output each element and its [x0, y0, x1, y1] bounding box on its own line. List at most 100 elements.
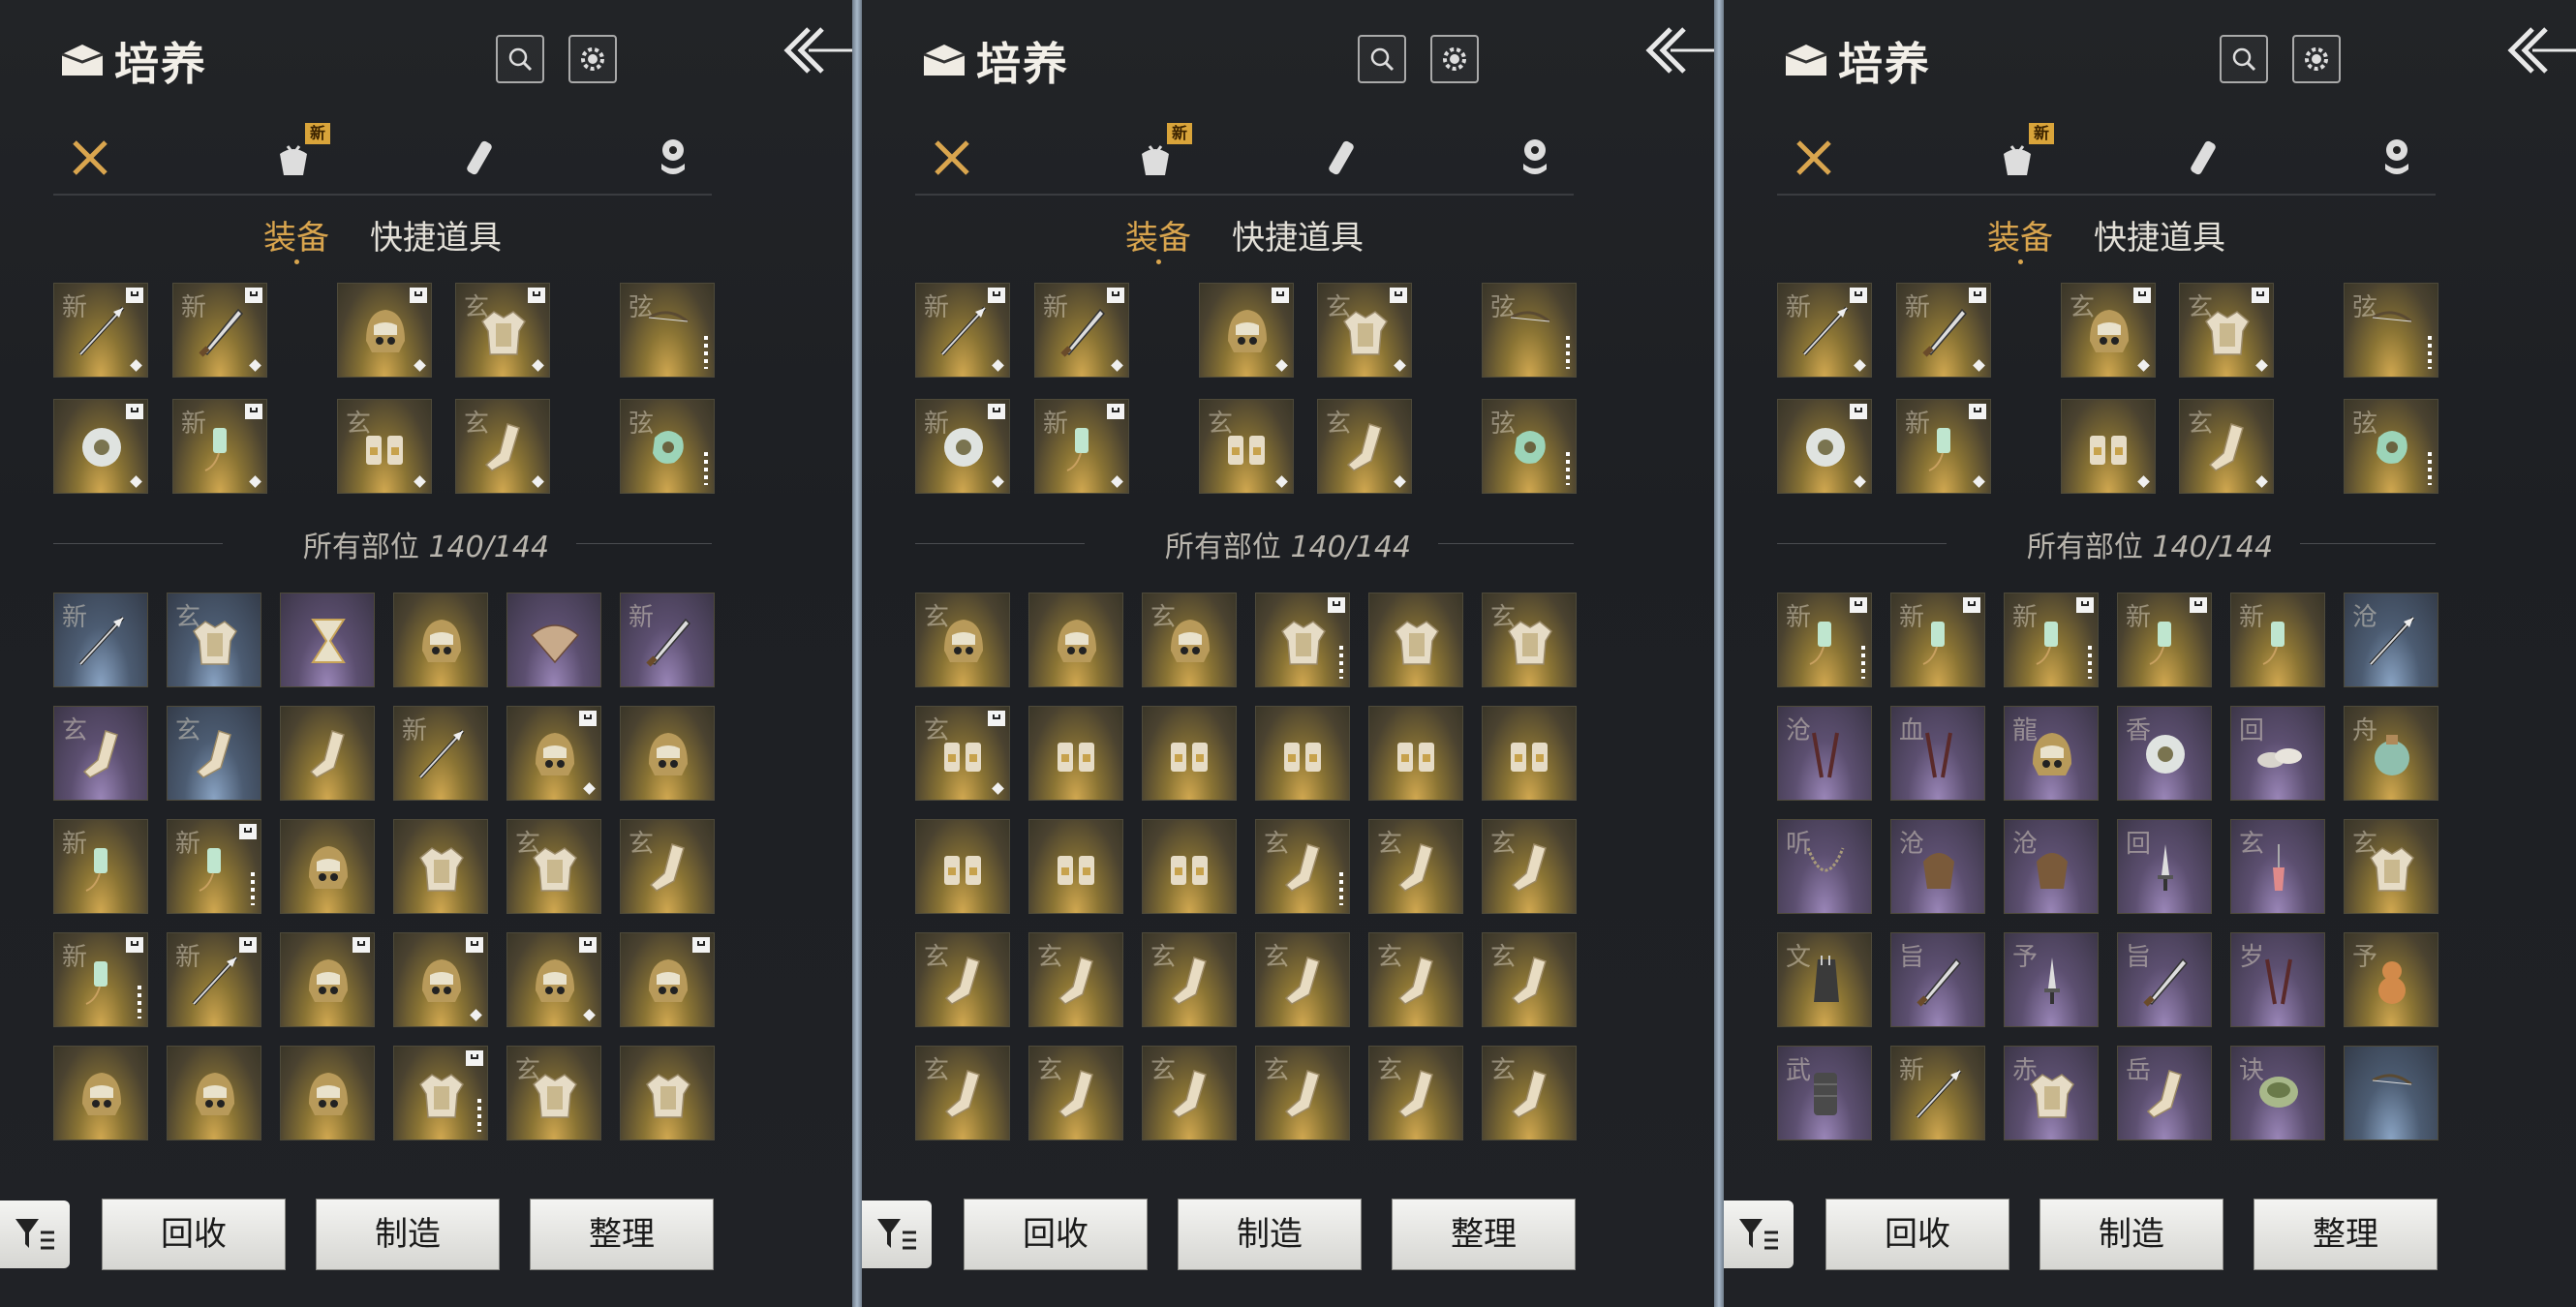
item-slot-armor[interactable] [1255, 593, 1350, 687]
item-slot-boots[interactable]: 玄 [1255, 819, 1350, 914]
sort-button[interactable]: 整理 [2254, 1199, 2438, 1270]
item-slot-armor[interactable]: 玄 [455, 283, 550, 378]
item-slot-pendant[interactable]: 新 [2230, 593, 2325, 687]
back-arrows-icon[interactable] [1641, 21, 1714, 89]
item-slot-boots[interactable]: 玄 [1482, 1046, 1577, 1140]
category-tab-scroll[interactable] [450, 129, 508, 187]
item-slot-boots[interactable]: 玄 [2179, 399, 2274, 494]
item-slot-armor[interactable]: 玄 [167, 593, 261, 687]
item-slot-helmet[interactable] [167, 1046, 261, 1140]
item-slot-necklace[interactable]: 听 [1777, 819, 1872, 914]
item-slot-pendant[interactable]: 新 [167, 819, 261, 914]
item-slot-pendant[interactable]: 新 [1890, 593, 1985, 687]
craft-button[interactable]: 制造 [1178, 1199, 1362, 1270]
item-slot-armor[interactable] [393, 819, 488, 914]
item-slot-boots[interactable]: 玄 [167, 706, 261, 801]
item-slot-armor[interactable]: 玄 [1482, 593, 1577, 687]
item-slot-boots[interactable]: 岳 [2117, 1046, 2212, 1140]
item-slot-bow[interactable]: 弦 [1482, 283, 1577, 378]
item-slot-jade[interactable]: 弦 [1482, 399, 1577, 494]
item-slot-gloves[interactable] [1368, 706, 1463, 801]
settings-button[interactable] [568, 35, 617, 83]
recycle-button[interactable]: 回收 [102, 1199, 286, 1270]
item-slot-boots[interactable]: 玄 [1368, 1046, 1463, 1140]
item-slot-pendant[interactable]: 新 [53, 932, 148, 1027]
item-slot-pouch[interactable]: 舟 [2344, 706, 2438, 801]
item-slot-boots[interactable]: 玄 [1368, 932, 1463, 1027]
item-slot-boots[interactable]: 玄 [1255, 932, 1350, 1027]
settings-button[interactable] [2292, 35, 2341, 83]
item-slot-spear[interactable]: 沧 [2344, 593, 2438, 687]
item-slot-boots[interactable]: 玄 [915, 932, 1010, 1027]
item-slot-ring[interactable]: 新 [915, 399, 1010, 494]
item-slot-bow[interactable]: 弦 [620, 283, 715, 378]
filter-button[interactable] [0, 1201, 70, 1268]
item-slot-spear[interactable]: 新 [167, 932, 261, 1027]
item-slot-sticks[interactable]: 沧 [1777, 706, 1872, 801]
tab-equipment[interactable]: 装备 [263, 211, 329, 264]
item-slot-boots[interactable]: 玄 [1317, 399, 1412, 494]
search-button[interactable] [1358, 35, 1406, 83]
item-slot-boots[interactable]: 玄 [1142, 1046, 1237, 1140]
item-slot-helmet[interactable] [506, 932, 601, 1027]
item-slot-blade[interactable]: 新 [1034, 283, 1129, 378]
item-slot-pendant[interactable]: 新 [1777, 593, 1872, 687]
tab-quick-items[interactable]: 快捷道具 [1232, 211, 1364, 258]
search-button[interactable] [496, 35, 544, 83]
item-slot-pendant[interactable]: 新 [1896, 399, 1991, 494]
item-slot-spear[interactable]: 新 [393, 706, 488, 801]
item-slot-spear[interactable]: 新 [53, 283, 148, 378]
item-slot-blade[interactable]: 旨 [1890, 932, 1985, 1027]
item-slot-pendant[interactable]: 新 [172, 399, 267, 494]
item-slot-fan[interactable] [506, 593, 601, 687]
item-slot-pendant[interactable]: 新 [53, 819, 148, 914]
item-slot-spear[interactable]: 新 [915, 283, 1010, 378]
recycle-button[interactable]: 回收 [964, 1199, 1148, 1270]
item-slot-boots[interactable]: 玄 [1142, 932, 1237, 1027]
item-slot-boots[interactable]: 玄 [1028, 932, 1123, 1027]
item-slot-boots[interactable]: 玄 [455, 399, 550, 494]
back-arrows-icon[interactable] [2503, 21, 2576, 89]
item-slot-helmet[interactable] [53, 1046, 148, 1140]
item-slot-bag[interactable]: 沧 [2004, 819, 2099, 914]
item-slot-boots[interactable]: 玄 [1255, 1046, 1350, 1140]
item-slot-bag[interactable]: 沧 [1890, 819, 1985, 914]
tab-equipment[interactable]: 装备 [1987, 211, 2053, 264]
item-slot-armor[interactable]: 玄 [2179, 283, 2274, 378]
item-slot-bow[interactable] [2344, 1046, 2438, 1140]
tab-quick-items[interactable]: 快捷道具 [370, 211, 502, 258]
item-slot-gourd[interactable]: 予 [2344, 932, 2438, 1027]
item-slot-jade[interactable]: 弦 [2344, 399, 2438, 494]
tab-equipment[interactable]: 装备 [1125, 211, 1191, 264]
category-tab-coin-stack[interactable] [644, 129, 702, 187]
item-slot-helmet[interactable]: 玄 [1142, 593, 1237, 687]
item-slot-gloves[interactable]: 玄 [1199, 399, 1294, 494]
item-slot-gloves[interactable] [1142, 819, 1237, 914]
item-slot-helmet[interactable] [620, 706, 715, 801]
item-slot-gloves[interactable] [1028, 706, 1123, 801]
item-slot-boots[interactable]: 玄 [1368, 819, 1463, 914]
tab-quick-items[interactable]: 快捷道具 [2094, 211, 2225, 258]
filter-button[interactable] [862, 1201, 932, 1268]
back-arrows-icon[interactable] [780, 21, 852, 89]
item-slot-boots[interactable] [280, 706, 375, 801]
item-slot-gloves[interactable] [1482, 706, 1577, 801]
item-slot-helmet[interactable] [1028, 593, 1123, 687]
item-slot-helmet[interactable] [393, 593, 488, 687]
item-slot-pendant[interactable]: 新 [2117, 593, 2212, 687]
item-slot-helmet[interactable]: 龍 [2004, 706, 2099, 801]
item-slot-helmet[interactable]: 玄 [915, 593, 1010, 687]
item-slot-armor[interactable] [1368, 593, 1463, 687]
category-tab-coin-stack[interactable] [1506, 129, 1564, 187]
item-slot-boots[interactable]: 玄 [1482, 819, 1577, 914]
item-slot-spear[interactable]: 新 [1777, 283, 1872, 378]
item-slot-gloves[interactable]: 玄 [915, 706, 1010, 801]
item-slot-armor[interactable]: 玄 [506, 1046, 601, 1140]
item-slot-blade[interactable]: 新 [1896, 283, 1991, 378]
item-slot-blade[interactable]: 旨 [2117, 932, 2212, 1027]
item-slot-ring[interactable]: 香 [2117, 706, 2212, 801]
item-slot-helmet[interactable] [280, 819, 375, 914]
item-slot-helmet[interactable] [506, 706, 601, 801]
item-slot-pendant[interactable]: 新 [2004, 593, 2099, 687]
item-slot-blade[interactable]: 新 [172, 283, 267, 378]
